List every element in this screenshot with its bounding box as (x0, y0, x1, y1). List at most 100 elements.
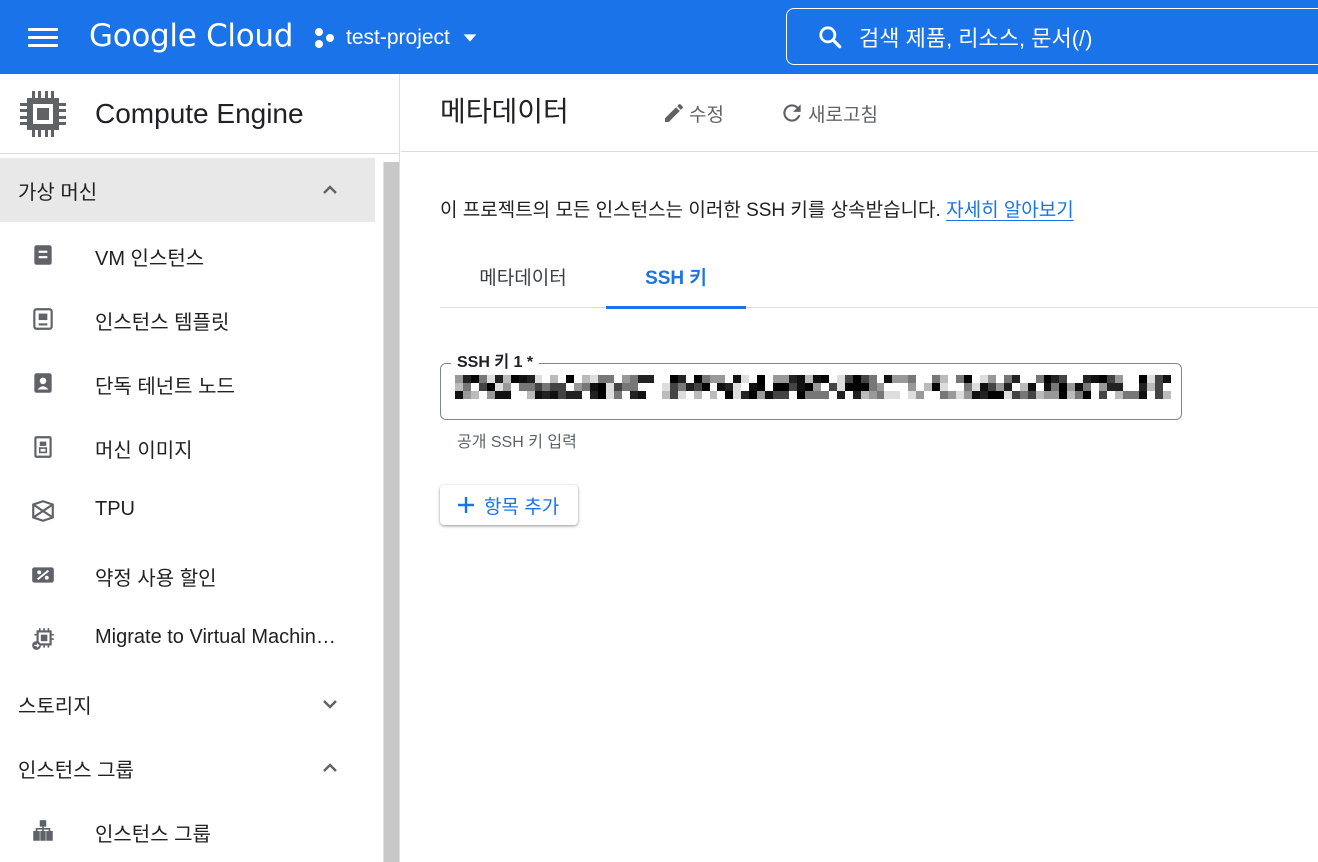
redaction-cell (773, 383, 782, 391)
redaction-block (1019, 375, 1028, 399)
redaction-cell (701, 383, 710, 391)
redaction-block (828, 375, 837, 399)
sidebar-item-committed-use-discounts[interactable]: 약정 사용 할인 (0, 542, 375, 606)
edit-label: 수정 (689, 104, 724, 126)
redaction-cell (757, 383, 766, 391)
tab-metadata[interactable]: 메타데이터 (440, 246, 606, 307)
redaction-cell (470, 391, 479, 399)
redaction-cell (725, 391, 734, 399)
instance-group-icon (33, 820, 53, 841)
redaction-block (566, 375, 575, 399)
redaction-cell (685, 383, 694, 391)
redaction-cell (804, 391, 813, 399)
main-menu-button[interactable] (22, 18, 62, 58)
nav-section-instance-groups[interactable]: 인스턴스 그룹 (0, 736, 375, 800)
redaction-cell (462, 391, 471, 399)
redaction-cell (956, 391, 964, 399)
redaction-cell (844, 375, 853, 383)
redaction-block (852, 375, 861, 399)
redaction-cell (1003, 383, 1012, 391)
redaction-block (789, 375, 797, 399)
redaction-block (1011, 375, 1020, 399)
redaction-block (995, 375, 1004, 399)
redaction-cell (804, 383, 813, 391)
redaction-cell (645, 383, 654, 391)
ssh-key-helper-text: 공개 SSH 키 입력 (457, 434, 577, 451)
nav-section-virtual-machines[interactable]: 가상 머신 (0, 158, 375, 222)
info-text: 이 프로젝트의 모든 인스턴스는 이러한 SSH 키를 상속받습니다. (440, 200, 947, 221)
sidebar-item-tpu[interactable]: TPU (0, 478, 375, 542)
redaction-cell (844, 391, 853, 399)
add-item-button[interactable]: 항목 추가 (440, 485, 578, 525)
sidebar-item-label: Migrate to Virtual Machin… (95, 626, 336, 648)
sidebar-item-vm-instances[interactable]: VM 인스턴스 (0, 222, 375, 286)
redaction-block (1099, 375, 1108, 399)
redaction-block (916, 375, 925, 399)
search-icon (819, 25, 842, 48)
sidebar-item-instance-groups[interactable]: 인스턴스 그룹 (0, 798, 375, 862)
redaction-cell (781, 383, 790, 391)
redaction-cell (1115, 391, 1124, 399)
redaction-block (590, 375, 599, 399)
redaction-cell (622, 391, 630, 399)
redaction-cell (892, 383, 901, 391)
redaction-cell (614, 383, 623, 391)
sidebar-item-machine-images[interactable]: 머신 이미지 (0, 414, 375, 478)
redaction-block (773, 375, 782, 399)
redaction-block (462, 375, 471, 399)
redaction-cell (812, 383, 821, 391)
project-selector[interactable]: test-project (313, 20, 481, 56)
discount-icon (32, 567, 54, 583)
redaction-cell (614, 391, 623, 399)
redaction-cell (979, 391, 988, 399)
redaction-cell (693, 391, 702, 399)
redaction-cell (987, 383, 996, 391)
edit-button[interactable]: 수정 (662, 98, 724, 128)
google-cloud-logo[interactable]: Google Cloud (89, 16, 293, 56)
redaction-cell (836, 391, 845, 399)
ssh-key-field-label: SSH 키 1 * (451, 352, 540, 374)
redaction-cell (1123, 375, 1132, 383)
redaction-cell (956, 383, 964, 391)
sidebar-scrollbar[interactable] (383, 162, 399, 862)
learn-more-link[interactable]: 자세히 알아보기 (946, 200, 1074, 221)
ssh-key-field[interactable]: SSH 키 1 * (440, 352, 1182, 420)
redaction-cell (486, 375, 495, 383)
redaction-cell (661, 383, 670, 391)
redaction-cell (876, 391, 885, 399)
redaction-cell (1162, 383, 1171, 391)
search-bar[interactable]: 검색 제품, 리소스, 문서(/) (786, 8, 1318, 65)
redaction-cell (852, 383, 861, 391)
sidebar-item-sole-tenant-nodes[interactable]: 단독 테넌트 노드 (0, 350, 375, 414)
redaction-cell (1067, 383, 1076, 391)
redaction-cell (876, 375, 885, 383)
redaction-block (1138, 375, 1147, 399)
redaction-block (709, 375, 718, 399)
redaction-cell (820, 375, 829, 383)
redaction-cell (518, 383, 527, 391)
redaction-cell (494, 383, 503, 391)
ssh-key-value-redacted[interactable] (455, 375, 1171, 399)
sidebar-item-migrate-to-vms[interactable]: Migrate to Virtual Machin… (0, 606, 375, 670)
redaction-cell (709, 383, 718, 391)
redaction-block (749, 375, 758, 399)
redaction-cell (1162, 375, 1171, 383)
redaction-cell (598, 375, 607, 383)
redaction-cell (478, 375, 487, 383)
redaction-cell (789, 383, 797, 391)
redaction-block (1154, 375, 1163, 399)
nav-section-storage[interactable]: 스토리지 (0, 672, 375, 736)
sidebar-item-instance-templates[interactable]: 인스턴스 템플릿 (0, 286, 375, 350)
tab-ssh-keys[interactable]: SSH 키 (606, 246, 746, 309)
product-title: Compute Engine (95, 98, 304, 129)
redaction-cell (971, 375, 980, 383)
refresh-button[interactable]: 새로고침 (779, 98, 878, 128)
redaction-block (534, 375, 543, 399)
redaction-block (868, 375, 877, 399)
redaction-cell (462, 383, 471, 391)
redaction-cell (653, 375, 662, 383)
redaction-cell (661, 391, 670, 399)
redaction-cell (1075, 375, 1084, 383)
redaction-block (693, 375, 702, 399)
redaction-block (518, 375, 527, 399)
